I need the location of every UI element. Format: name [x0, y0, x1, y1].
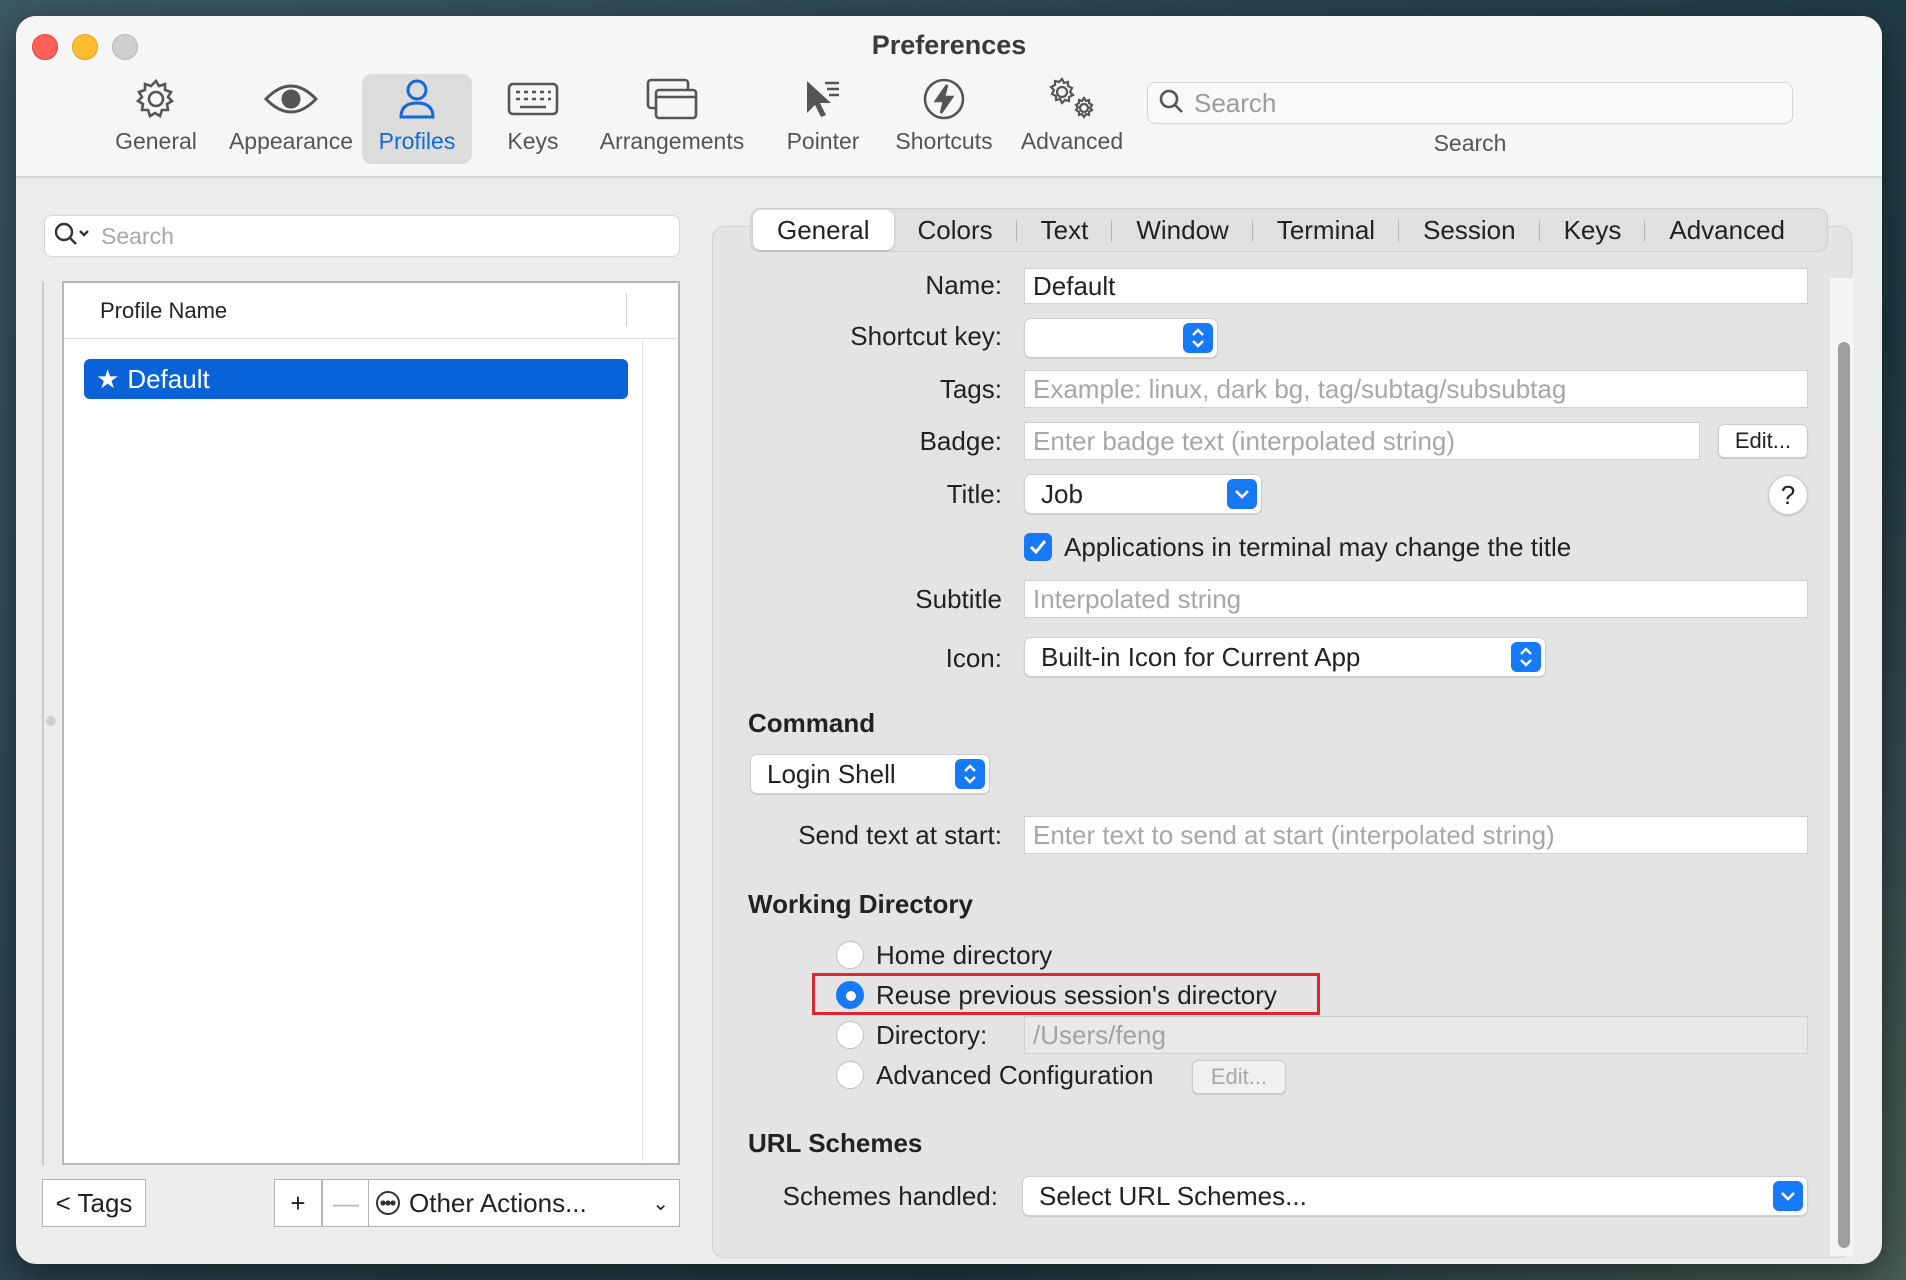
tags-field[interactable]: Example: linux, dark bg, tag/subtag/subs…: [1024, 370, 1808, 408]
toolbar-pointer[interactable]: Pointer: [774, 74, 872, 164]
gear-icon: [100, 74, 212, 124]
directory-radio[interactable]: [836, 1021, 864, 1049]
chevron-down-icon: [1773, 1181, 1803, 1211]
star-icon: ★: [96, 363, 120, 394]
ellipsis-circle-icon: [375, 1190, 401, 1216]
tab-colors[interactable]: Colors: [894, 210, 1017, 250]
profile-list: Profile Name ★ Default: [62, 281, 680, 1165]
toolbar-shortcuts[interactable]: Shortcuts: [884, 74, 1004, 164]
badge-field[interactable]: Enter badge text (interpolated string): [1024, 422, 1700, 460]
keyboard-icon: [488, 74, 578, 124]
name-field[interactable]: Default: [1024, 268, 1808, 304]
settings-scrollbar-thumb[interactable]: [1838, 342, 1850, 1248]
toolbar-advanced[interactable]: Advanced: [1014, 74, 1130, 164]
lightning-icon: [884, 74, 1004, 124]
url-schemes-popup[interactable]: Select URL Schemes...: [1022, 1176, 1808, 1216]
preferences-window: Preferences General Appearance Profiles …: [16, 16, 1882, 1264]
tab-window[interactable]: Window: [1112, 210, 1254, 250]
home-directory-label: Home directory: [876, 940, 1053, 970]
icon-popup[interactable]: Built-in Icon for Current App: [1024, 637, 1546, 677]
titlebar: Preferences General Appearance Profiles …: [16, 16, 1882, 178]
highlight-box: [812, 973, 1320, 1015]
title-label: Title:: [946, 479, 1002, 509]
window-title: Preferences: [871, 30, 1027, 60]
tab-general[interactable]: General: [753, 210, 894, 250]
toolbar-search-label: Search: [1433, 130, 1507, 156]
updown-stepper-icon: [1511, 642, 1541, 672]
subtitle-field[interactable]: Interpolated string: [1024, 580, 1808, 618]
toolbar-general[interactable]: General: [100, 74, 212, 164]
shortcut-key-label: Shortcut key:: [850, 321, 1002, 351]
name-label: Name:: [925, 270, 1002, 300]
title-popup[interactable]: Job: [1024, 474, 1262, 514]
advanced-configuration-edit-button[interactable]: Edit...: [1192, 1060, 1286, 1094]
tab-terminal[interactable]: Terminal: [1253, 210, 1400, 250]
command-popup[interactable]: Login Shell: [750, 754, 990, 794]
remove-profile-button[interactable]: —: [322, 1179, 370, 1227]
help-button[interactable]: ?: [1768, 475, 1808, 515]
apps-change-title-label: Applications in terminal may change the …: [1064, 532, 1572, 562]
updown-stepper-icon: [955, 759, 985, 789]
updown-stepper-icon: [1183, 323, 1213, 353]
home-directory-radio[interactable]: [836, 941, 864, 969]
command-section-title: Command: [748, 708, 876, 738]
toolbar-arrangements[interactable]: Arrangements: [592, 74, 752, 164]
gears-icon: [1014, 74, 1130, 124]
search-icon: [53, 221, 91, 252]
tab-advanced[interactable]: Advanced: [1645, 210, 1809, 250]
schemes-handled-label: Schemes handled:: [782, 1181, 998, 1211]
chevron-down-icon: ⌄: [652, 1192, 669, 1215]
tab-keys[interactable]: Keys: [1540, 210, 1646, 250]
add-profile-button[interactable]: +: [274, 1179, 322, 1227]
toolbar-search-input[interactable]: [1194, 87, 1774, 119]
subtitle-label: Subtitle: [915, 584, 1002, 614]
directory-field[interactable]: /Users/feng: [1024, 1016, 1808, 1054]
windows-icon: [592, 74, 752, 124]
profile-tabs: General Colors Text Window Terminal Sess…: [750, 208, 1828, 252]
eye-icon: [222, 74, 360, 124]
badge-label: Badge:: [919, 426, 1002, 456]
list-column-separator: [642, 341, 643, 1161]
send-text-field[interactable]: Enter text to send at start (interpolate…: [1024, 816, 1808, 854]
profile-name-column-header[interactable]: Profile Name: [64, 283, 678, 339]
profile-search-input[interactable]: [101, 222, 641, 250]
working-directory-section-title: Working Directory: [748, 889, 973, 919]
advanced-configuration-label: Advanced Configuration: [876, 1060, 1154, 1090]
other-actions-label: Other Actions...: [409, 1187, 587, 1218]
tags-button[interactable]: < Tags: [42, 1179, 146, 1227]
toolbar-appearance[interactable]: Appearance: [222, 74, 360, 164]
chevron-down-icon: [1227, 479, 1257, 509]
shortcut-key-popup[interactable]: [1024, 318, 1218, 358]
column-divider: [626, 293, 627, 327]
directory-label: Directory:: [876, 1020, 988, 1050]
icon-label: Icon:: [945, 643, 1002, 673]
profile-search-field[interactable]: [44, 215, 680, 257]
tags-label: Tags:: [939, 374, 1002, 404]
cursor-icon: [774, 74, 872, 124]
profile-row-label: Default: [127, 363, 210, 394]
other-actions-menu[interactable]: Other Actions... ⌄: [368, 1179, 680, 1227]
url-schemes-section-title: URL Schemes: [748, 1128, 923, 1158]
toolbar-search-field[interactable]: [1147, 82, 1793, 124]
send-text-label: Send text at start:: [798, 820, 1002, 850]
person-icon: [362, 74, 472, 124]
tab-session[interactable]: Session: [1399, 210, 1540, 250]
split-view-handle[interactable]: [46, 716, 56, 726]
apps-change-title-checkbox[interactable]: [1024, 533, 1052, 561]
toolbar-keys[interactable]: Keys: [488, 74, 578, 164]
search-icon: [1158, 88, 1184, 119]
profile-row-default[interactable]: ★ Default: [84, 359, 628, 399]
advanced-configuration-radio[interactable]: [836, 1061, 864, 1089]
split-view-edge: [42, 281, 44, 1165]
toolbar-profiles[interactable]: Profiles: [362, 74, 472, 164]
tab-text[interactable]: Text: [1017, 210, 1113, 250]
badge-edit-button[interactable]: Edit...: [1718, 424, 1808, 458]
